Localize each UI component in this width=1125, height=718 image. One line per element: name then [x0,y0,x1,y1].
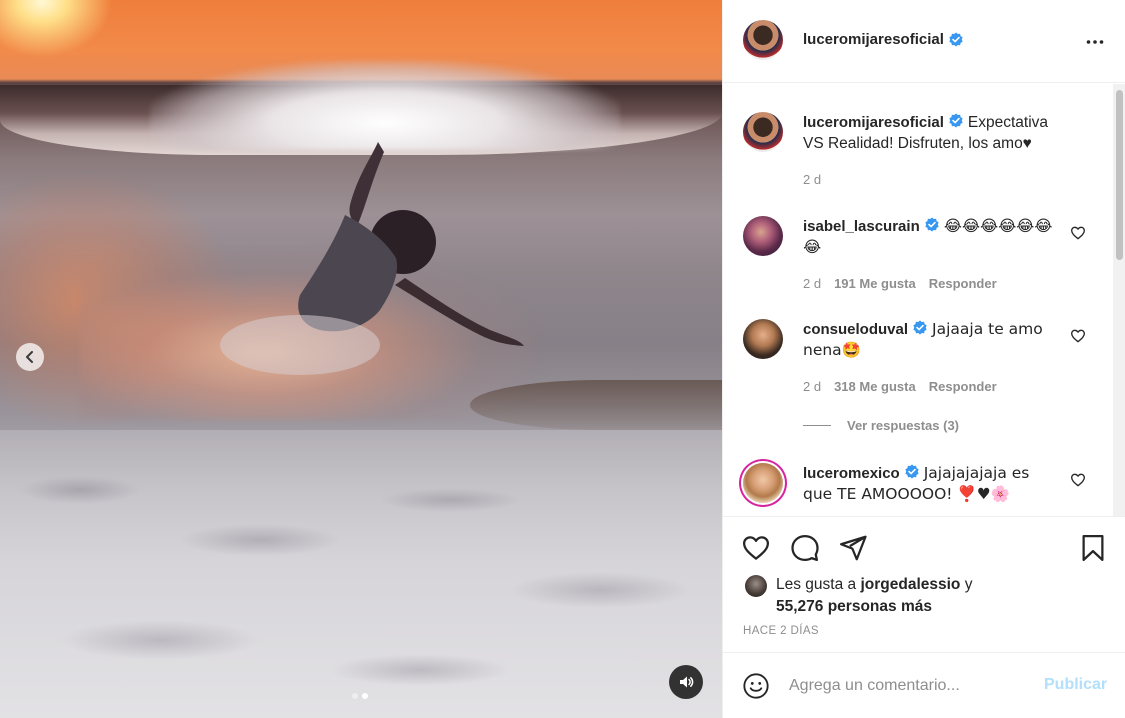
reply-button[interactable]: Responder [929,379,997,394]
likes-count[interactable]: 55,276 personas más [776,598,932,615]
likes-summary: Les gusta a jorgedalessio y 55,276 perso… [776,574,972,618]
verified-icon [949,113,963,128]
comment-icon[interactable] [790,533,820,563]
comment-input[interactable] [789,673,1029,699]
liked-by-prefix: Les gusta a [776,576,857,593]
avatar[interactable] [743,216,783,256]
comment-text-block: luceromexico Jajajajajaja es que TE AMOOO… [803,463,1053,505]
verified-icon [925,217,939,232]
comment-likes[interactable]: 318 Me gusta [834,379,916,394]
avatar[interactable] [743,20,783,60]
verified-icon [913,320,927,335]
comment-username[interactable]: luceromexico [803,465,900,482]
view-replies-label[interactable]: Ver respuestas (3) [847,418,959,433]
comment-meta: 2 d 191 Me gusta Responder [803,276,997,291]
previous-slide-button[interactable] [16,343,44,371]
avatar-story-ring[interactable] [743,463,783,503]
comment-username[interactable]: isabel_lascurain [803,218,920,235]
scrollbar-thumb[interactable] [1116,90,1123,260]
avatar[interactable] [743,319,783,359]
caption-age[interactable]: 2 d [803,172,821,187]
comment-text-block: isabel_lascurain 😂😂😂😂😂😂😂 [803,216,1053,258]
caption-meta: 2 d [803,172,821,187]
author-username[interactable]: luceromijaresoficial [803,31,944,48]
avatar[interactable] [743,112,783,152]
heart-icon[interactable] [741,533,771,563]
author-link[interactable]: luceromijaresoficial [803,31,964,48]
post-actions: Les gusta a jorgedalessio y 55,276 perso… [723,516,1125,652]
comment-age[interactable]: 2 d [803,379,821,394]
post-timestamp[interactable]: HACE 2 DÍAS [743,625,819,637]
heart-icon[interactable] [1070,328,1086,344]
slide-indicator [352,693,368,699]
comment-text-block: consueloduval Jajaaja te amo nena🤩 [803,319,1053,361]
avatar[interactable] [745,575,767,597]
reply-button[interactable]: Responder [929,276,997,291]
chevron-left-icon [26,351,33,363]
verified-icon [949,32,963,46]
view-replies-button[interactable]: Ver respuestas (3) [803,418,959,433]
liked-by-suffix: y [964,576,973,593]
comment-composer: Publicar [723,652,1125,718]
divider [803,425,831,426]
more-options-icon[interactable] [1085,32,1105,52]
publish-button[interactable]: Publicar [1044,676,1107,694]
slide-dot [352,693,358,699]
comment-username[interactable]: consueloduval [803,321,908,338]
post-header: luceromijaresoficial [723,0,1125,83]
caption-text-block: luceromijaresoficial Expectativa VS Reali… [803,112,1053,154]
heart-icon[interactable] [1070,225,1086,241]
sound-toggle-button[interactable] [669,665,703,699]
person-silhouette [220,142,524,375]
post-media[interactable] [0,0,722,718]
liked-by-user[interactable]: jorgedalessio [860,576,960,593]
post-details-panel: luceromijaresoficial luceromijaresoficia… [722,0,1125,718]
emoji-icon[interactable] [742,672,770,700]
comments-list[interactable]: luceromijaresoficial Expectativa VS Reali… [723,84,1125,516]
verified-icon [905,464,919,479]
speaker-icon [680,676,694,688]
caption-username[interactable]: luceromijaresoficial [803,114,944,131]
comment-likes[interactable]: 191 Me gusta [834,276,916,291]
comment-meta: 2 d 318 Me gusta Responder [803,379,997,394]
share-icon[interactable] [838,533,868,563]
bookmark-icon[interactable] [1078,533,1108,563]
heart-icon[interactable] [1070,472,1086,488]
comment-age[interactable]: 2 d [803,276,821,291]
slide-dot-active [362,693,368,699]
